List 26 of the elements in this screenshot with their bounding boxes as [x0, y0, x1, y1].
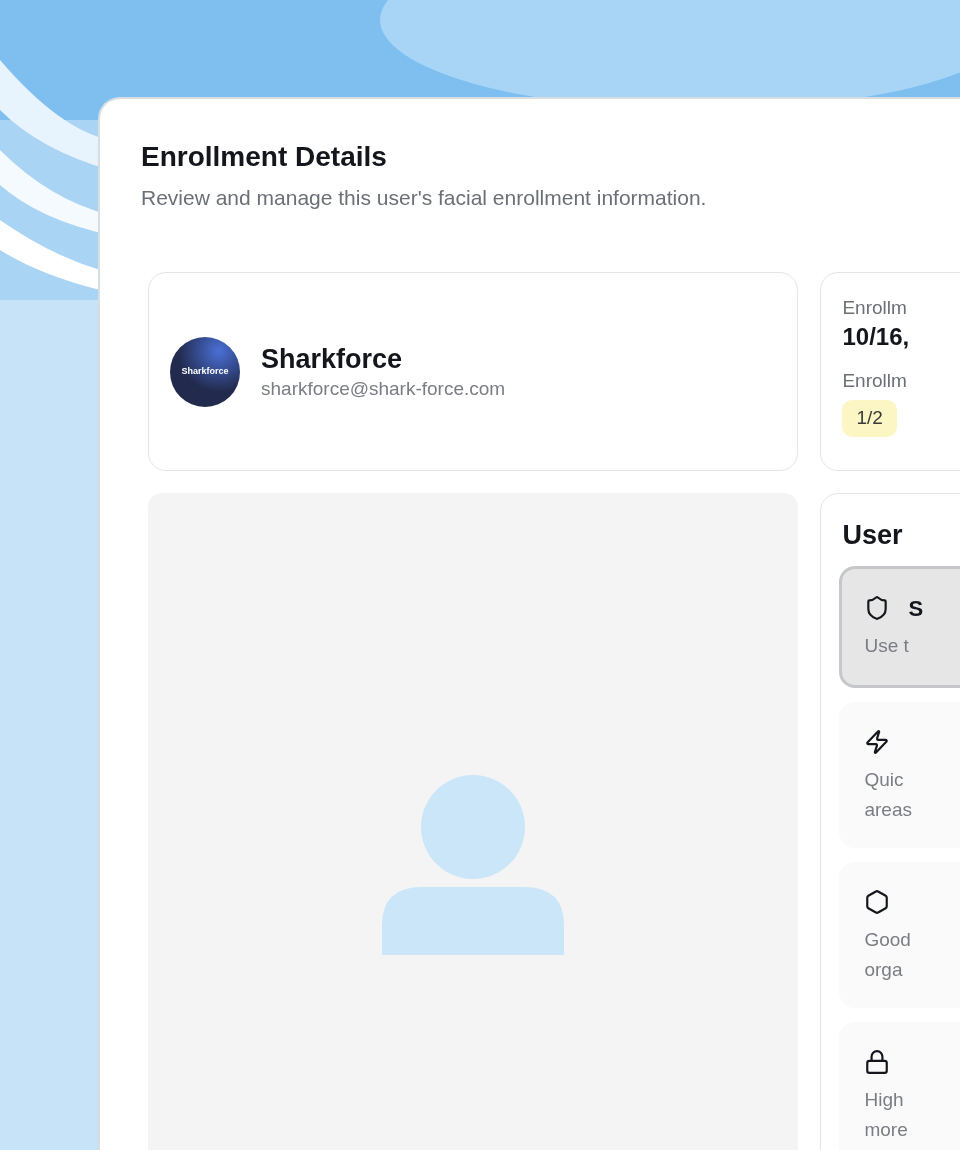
option-description: more: [864, 1118, 909, 1142]
lock-icon: [864, 1049, 891, 1075]
option-description: Quic: [864, 768, 905, 792]
person-icon: [382, 775, 565, 957]
lightning-icon: [864, 729, 891, 755]
option-description: Good: [864, 928, 912, 952]
hexagon-icon: [864, 889, 891, 915]
user-name: Sharkforce: [261, 342, 404, 376]
security-option[interactable]: High more: [839, 1022, 960, 1150]
page-subtitle: Review and manage this user's facial enrollment information.: [141, 185, 708, 211]
option-description: High: [864, 1088, 905, 1112]
enrollment-date: 10/16,: [842, 322, 911, 352]
option-title: S: [908, 594, 924, 623]
avatar-logo-text: Sharkforce: [181, 364, 229, 378]
security-option[interactable]: Good orga: [839, 862, 960, 1008]
security-option[interactable]: S Use t: [839, 566, 960, 688]
enrollment-count-badge: 1/2: [842, 400, 897, 437]
security-option[interactable]: Quic areas: [839, 702, 960, 848]
security-title: User: [842, 519, 904, 552]
option-description: areas: [864, 798, 913, 822]
enrollment-count-label: Enrollm: [842, 369, 908, 393]
page-title: Enrollment Details: [141, 140, 388, 174]
option-description: orga: [864, 958, 904, 982]
enrollment-date-label: Enrollm: [842, 296, 908, 320]
option-description: Use t: [864, 634, 910, 658]
user-email: sharkforce@shark-force.com: [261, 376, 506, 401]
